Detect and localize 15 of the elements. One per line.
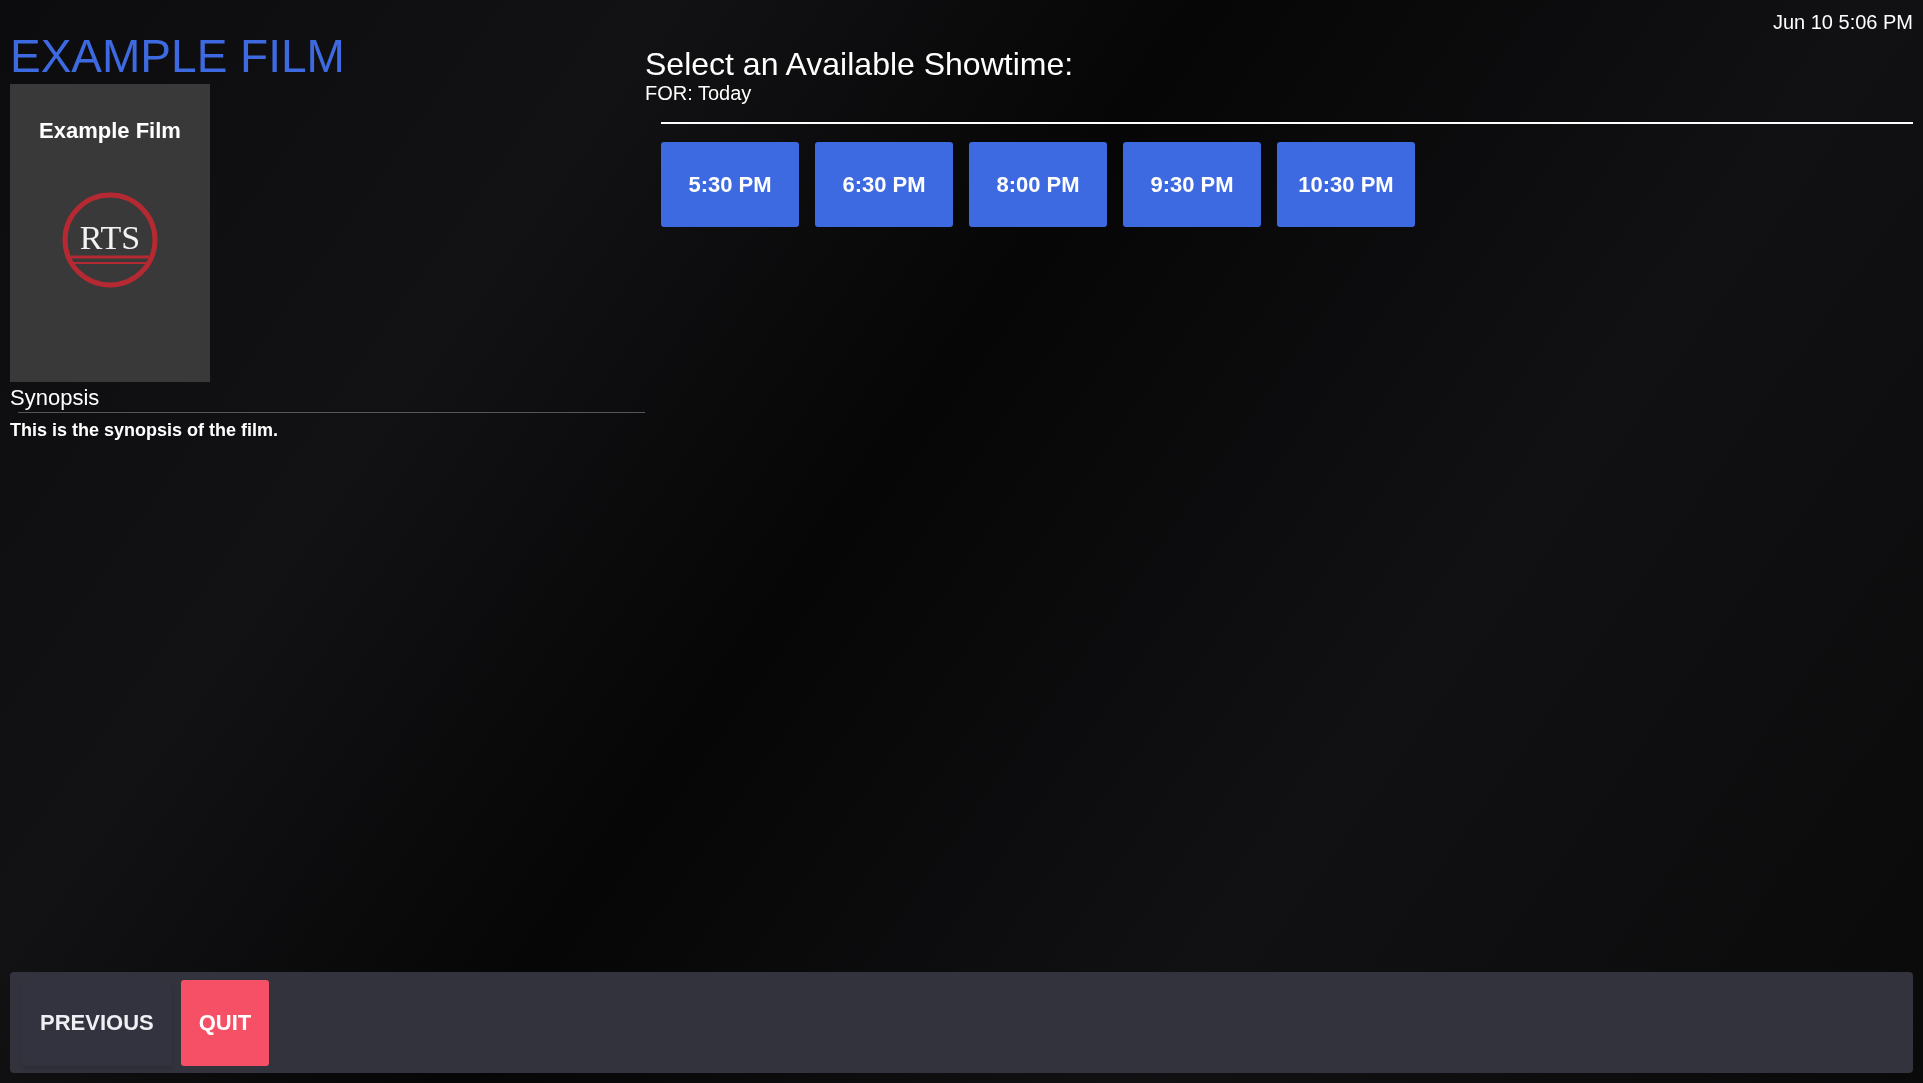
showtime-button[interactable]: 8:00 PM: [969, 142, 1107, 227]
showtime-button[interactable]: 10:30 PM: [1277, 142, 1415, 227]
showtime-heading: Select an Available Showtime:: [645, 46, 1074, 82]
synopsis-heading: Synopsis: [10, 384, 100, 412]
poster-title: Example Film: [39, 117, 181, 145]
logo-drawing: RTS: [61, 191, 159, 289]
previous-button[interactable]: PREVIOUS: [22, 979, 172, 1066]
showtime-button[interactable]: 6:30 PM: [815, 142, 953, 227]
showtime-button[interactable]: 5:30 PM: [661, 142, 799, 227]
showtime-button[interactable]: 9:30 PM: [1123, 142, 1261, 227]
date-subheading: FOR: Today: [645, 82, 752, 104]
quit-button[interactable]: QUIT: [180, 979, 270, 1066]
clock-text: Jun 10 5:06 PM: [1772, 10, 1913, 34]
film-title: EXAMPLE FILM: [10, 29, 345, 84]
synopsis-text: This is the synopsis of the film.: [10, 419, 279, 442]
